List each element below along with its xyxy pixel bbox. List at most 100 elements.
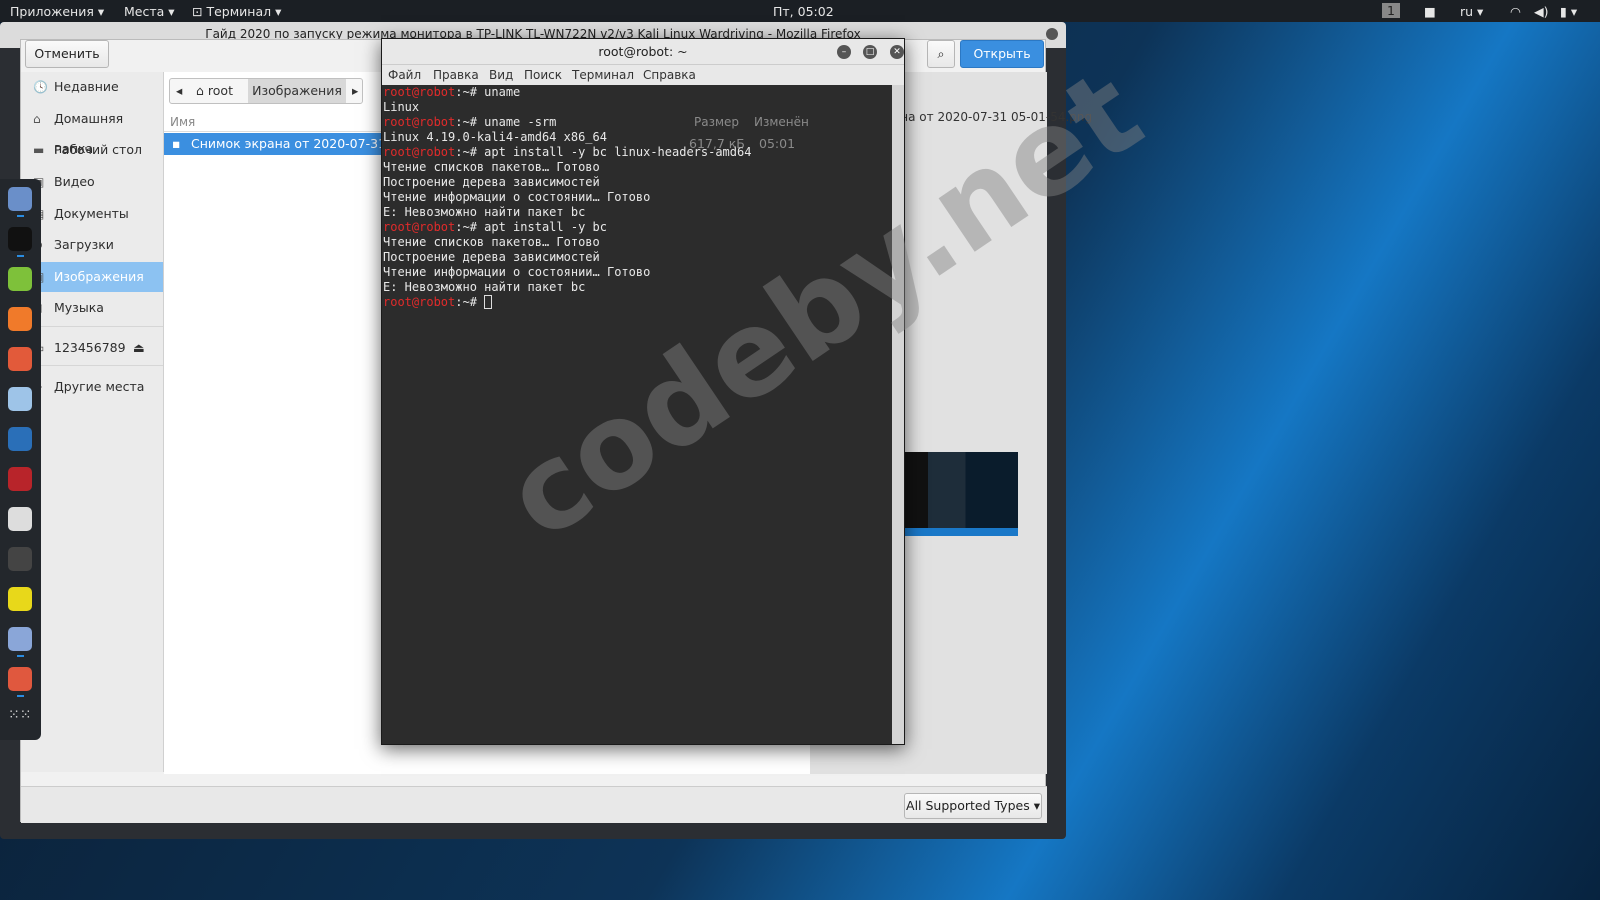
beef-icon[interactable] <box>8 587 32 611</box>
battery-icon[interactable]: ▮ ▾ <box>1560 4 1577 19</box>
command: :~# uname -srm <box>455 115 557 129</box>
menu-help[interactable]: Справка <box>643 68 696 82</box>
camera-icon[interactable]: ■ <box>1424 4 1436 19</box>
firefox-icon[interactable] <box>8 307 32 331</box>
command: :~# <box>455 295 485 309</box>
terminal-app-menu[interactable]: ⊡ Терминал ▾ <box>192 4 281 19</box>
text-editor-icon[interactable] <box>8 267 32 291</box>
terminal-command-line: root@robot:~# uname <box>383 85 892 100</box>
place-documents[interactable]: ▤Документы <box>21 199 163 229</box>
terminal-output-line: Linux 4.19.0-kali4-amd64 x86_64 <box>383 130 607 144</box>
volume-icon[interactable]: ◀) <box>1534 4 1549 19</box>
burp-icon[interactable] <box>8 347 32 371</box>
wifi-icon[interactable]: ◠ <box>1510 4 1521 19</box>
divider <box>21 326 163 327</box>
path-root-button[interactable]: ⌂ root <box>196 79 233 103</box>
column-size[interactable]: Размер <box>694 112 739 132</box>
clock[interactable]: Пт, 05:02 <box>773 4 834 19</box>
terminal-titlebar: root@robot: ~ – □ ✕ <box>382 39 904 65</box>
place-other-locations[interactable]: +Другие места <box>21 372 163 402</box>
prompt: root@robot <box>383 145 456 159</box>
maximize-icon[interactable]: □ <box>863 45 877 59</box>
path-forward-arrow[interactable]: ▸ <box>352 79 358 103</box>
minimize-icon[interactable]: – <box>837 45 851 59</box>
firefox-close-icon[interactable] <box>1046 28 1058 40</box>
place-desktop[interactable]: ▬ Рабочий стол <box>21 135 163 165</box>
divider <box>21 365 163 366</box>
path-bar: ◂ ⌂ root Изображения ▸ <box>169 78 363 104</box>
cursor <box>484 295 493 309</box>
menu-file[interactable]: Файл <box>388 68 421 82</box>
place-videos[interactable]: ▣Видео <box>21 167 163 197</box>
terminal-command-line: root@robot:~# apt install -y bc <box>383 220 892 235</box>
wireless-icon[interactable] <box>8 547 32 571</box>
hashcat-icon[interactable] <box>8 667 32 691</box>
home-icon: ⌂ <box>196 83 208 98</box>
image-file-icon: ▪ <box>172 136 181 151</box>
places-menu[interactable]: Места ▾ <box>124 4 175 19</box>
place-device[interactable]: ▭123456789⏏ <box>21 333 163 363</box>
terminal-output-line: Построение дерева зависимостей <box>383 175 600 189</box>
file-modified: 05:01 <box>759 136 796 151</box>
show-apps-icon[interactable]: ⁙⁙ <box>8 707 32 731</box>
prompt: root@robot <box>383 220 456 234</box>
cancel-button[interactable]: Отменить <box>25 40 109 68</box>
terminal-icon[interactable] <box>8 227 32 251</box>
place-music[interactable]: ♫Музыка <box>21 293 163 323</box>
places-sidebar: 🕓 Недавние ⌂ Домашняя папка ▬ Рабочий стол … <box>21 72 164 772</box>
open-button[interactable]: Открыть <box>960 40 1044 68</box>
dialog-bottom-bar: All Supported Types ▾ <box>21 786 1047 823</box>
prompt: root@robot <box>383 85 456 99</box>
terminal-output-line: Чтение списков пакетов… Готово <box>383 160 600 174</box>
language-selector[interactable]: ru ▾ <box>1460 4 1483 19</box>
prompt: root@robot <box>383 295 456 309</box>
zenmap-icon[interactable] <box>8 387 32 411</box>
place-pictures[interactable]: ▣Изображения <box>21 262 163 292</box>
menu-view[interactable]: Вид <box>489 68 513 82</box>
running-indicator <box>17 215 24 217</box>
terminal-output-line: Чтение информации о состоянии… Готово <box>383 190 651 204</box>
search-button[interactable]: ⌕ <box>927 40 955 68</box>
terminal-output-line: Построение дерева зависимостей <box>383 250 600 264</box>
command: :~# uname <box>455 85 521 99</box>
path-pictures-button[interactable]: Изображения <box>248 79 346 103</box>
notes-icon[interactable] <box>8 627 32 651</box>
home-icon: ⌂ <box>33 112 41 126</box>
running-indicator <box>17 655 24 657</box>
terminal-output-line: E: Невозможно найти пакет bc <box>383 280 586 294</box>
terminal-command-line: root@robot:~# apt install -y bc linux-he… <box>383 145 892 160</box>
column-modified[interactable]: Изменён <box>754 112 809 132</box>
search-icon: ⌕ <box>937 46 945 61</box>
close-icon[interactable]: ✕ <box>890 45 904 59</box>
workspace-indicator[interactable]: 1 <box>1382 3 1400 18</box>
chevron-down-icon: ▾ <box>1029 798 1040 813</box>
place-home[interactable]: ⌂ Домашняя папка <box>21 104 163 156</box>
terminal-output-line: E: Невозможно найти пакет bc <box>383 205 586 219</box>
menu-search[interactable]: Поиск <box>524 68 562 82</box>
applications-menu[interactable]: Приложения ▾ <box>10 4 104 19</box>
terminal-command-line: root@robot:~# uname -srm <box>383 115 892 130</box>
column-name[interactable]: Имя <box>170 112 195 132</box>
eject-icon[interactable]: ⏏ <box>133 333 145 363</box>
terminal-output[interactable]: root@robot:~# uname Linux root@robot:~# un… <box>382 85 892 744</box>
file-type-filter[interactable]: All Supported Types ▾ <box>904 793 1042 819</box>
terminal-output-line: Linux <box>383 100 420 114</box>
files-icon[interactable] <box>8 187 32 211</box>
cherrytree-icon[interactable] <box>8 467 32 491</box>
terminal-title: root@robot: ~ <box>598 44 688 59</box>
terminal-output-line: Чтение информации о состоянии… Готово <box>383 265 651 279</box>
terminal-window: root@robot: ~ – □ ✕ Файл Правка Вид Поис… <box>381 38 905 745</box>
path-back-arrow[interactable]: ◂ <box>176 79 182 103</box>
menu-edit[interactable]: Правка <box>433 68 479 82</box>
menu-terminal[interactable]: Терминал <box>572 68 634 82</box>
metasploit-icon[interactable] <box>8 427 32 451</box>
place-downloads[interactable]: ⊙Загрузки <box>21 230 163 260</box>
maltego-icon[interactable] <box>8 507 32 531</box>
terminal-icon: ⊡ <box>192 4 207 19</box>
desktop-icon: ▬ <box>33 143 45 157</box>
terminal-command-line: root@robot:~# <box>383 295 892 310</box>
terminal-scrollbar[interactable] <box>892 85 904 744</box>
place-recent[interactable]: 🕓 Недавние <box>21 72 163 102</box>
terminal-output-line: Чтение списков пакетов… Готово <box>383 235 600 249</box>
running-indicator <box>17 255 24 257</box>
